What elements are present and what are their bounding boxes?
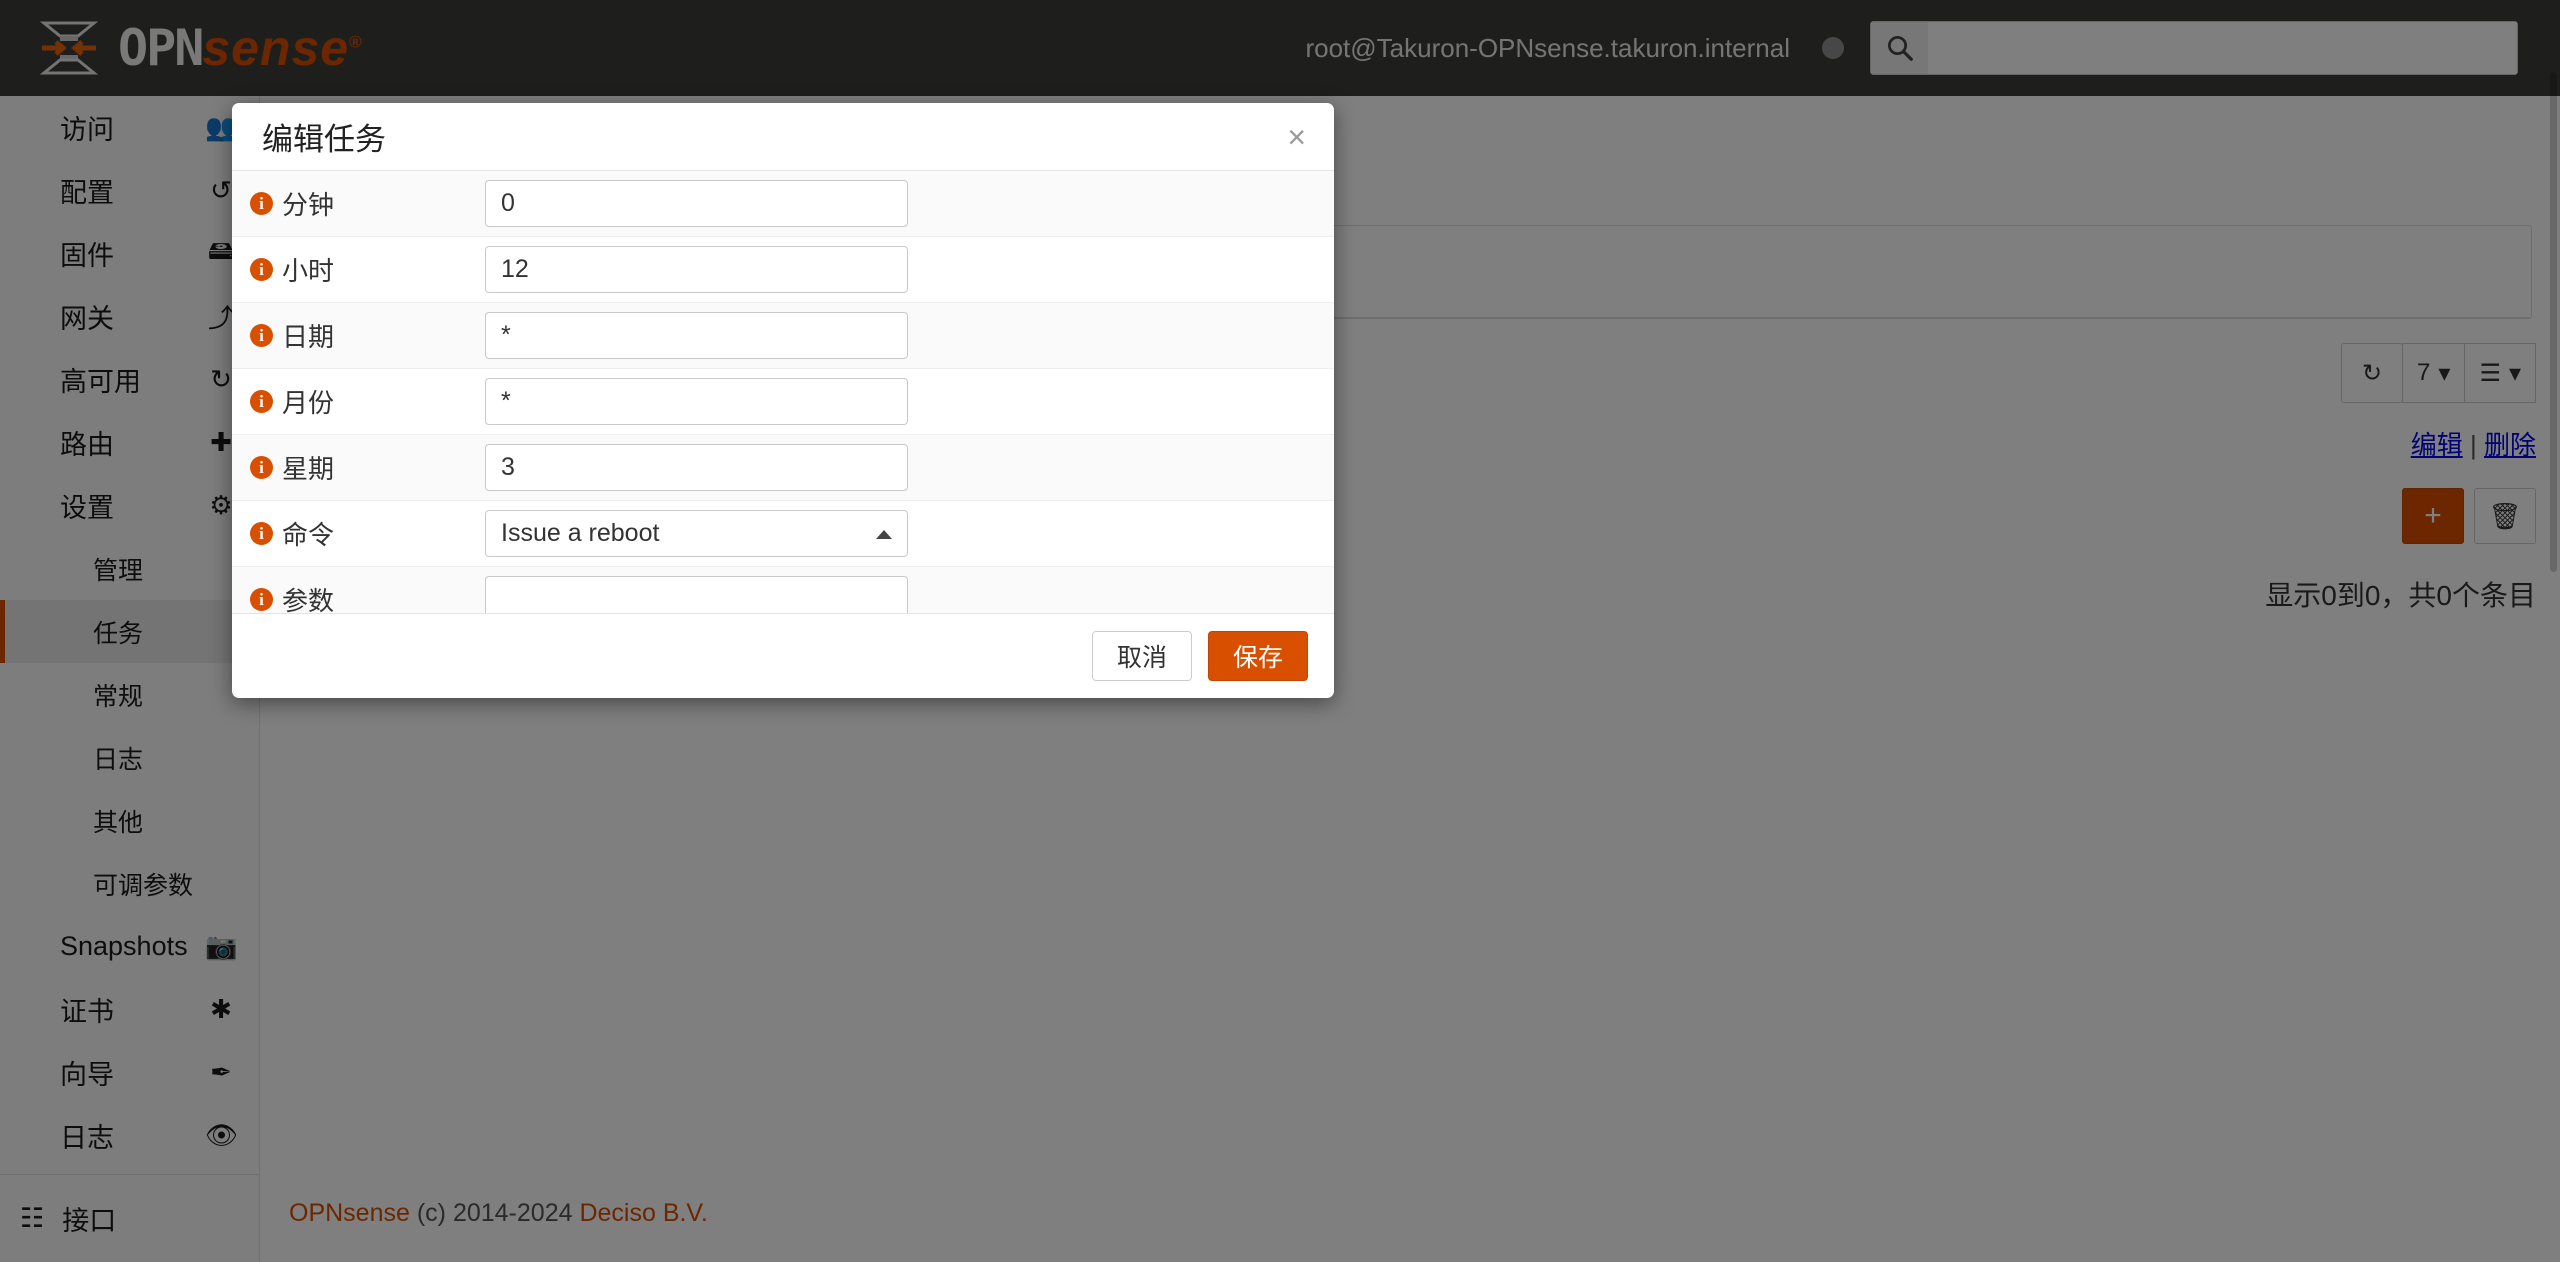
info-icon[interactable]: i [250, 588, 273, 611]
field-control: Issue a reboot [485, 501, 1334, 566]
form-row: i 参数 [232, 566, 1334, 613]
field-control [485, 435, 1334, 500]
info-icon[interactable]: i [250, 192, 273, 215]
field-label: 日期 [282, 322, 335, 352]
info-icon[interactable]: i [250, 324, 273, 347]
command-select[interactable]: Issue a reboot [485, 510, 908, 557]
field-label: 星期 [282, 454, 335, 484]
form-row: i 星期 [232, 434, 1334, 500]
input-field[interactable] [485, 378, 908, 425]
form-row: i 日期 [232, 302, 1334, 368]
field-label-group: i 日期 [250, 317, 485, 354]
field-label: 小时 [282, 256, 335, 286]
field-control [485, 369, 1334, 434]
field-control [485, 171, 1334, 236]
form-row: i 命令 Issue a reboot [232, 500, 1334, 566]
info-icon[interactable]: i [250, 522, 273, 545]
field-label-group: i 小时 [250, 251, 485, 288]
cancel-button[interactable]: 取消 [1091, 631, 1192, 681]
form-row: i 小时 [232, 236, 1334, 302]
info-icon[interactable]: i [250, 456, 273, 479]
dialog-footer: 取消 保存 [232, 613, 1334, 698]
form-row: i 月份 [232, 368, 1334, 434]
field-label-group: i 分钟 [250, 185, 485, 222]
close-icon[interactable]: × [1287, 121, 1306, 153]
field-control [485, 303, 1334, 368]
field-label: 分钟 [282, 190, 335, 220]
field-label: 命令 [282, 520, 335, 550]
field-label: 月份 [282, 388, 335, 418]
select-value: Issue a reboot [485, 510, 908, 557]
info-icon[interactable]: i [250, 390, 273, 413]
input-field[interactable] [485, 576, 908, 613]
form-row: i 分钟 [232, 171, 1334, 236]
input-field[interactable] [485, 180, 908, 227]
input-field[interactable] [485, 246, 908, 293]
edit-task-dialog: 编辑任务 × i分钟i小时i日期i月份i星期i命令Issue a rebooti… [232, 103, 1334, 698]
field-label: 参数 [282, 586, 335, 613]
field-control [485, 567, 1334, 613]
save-button[interactable]: 保存 [1207, 631, 1308, 681]
field-label-group: i 星期 [250, 449, 485, 486]
info-icon[interactable]: i [250, 258, 273, 281]
field-label-group: i 月份 [250, 383, 485, 420]
field-label-group: i 参数 [250, 581, 485, 613]
input-field[interactable] [485, 312, 908, 359]
chevron-up-icon [876, 530, 892, 539]
dialog-header: 编辑任务 × [232, 103, 1334, 171]
input-field[interactable] [485, 444, 908, 491]
dialog-title: 编辑任务 [262, 122, 386, 157]
dialog-body: i分钟i小时i日期i月份i星期i命令Issue a rebooti参数i描述 [232, 171, 1334, 613]
field-control [485, 237, 1334, 302]
field-label-group: i 命令 [250, 515, 485, 552]
dialog-scrollbar[interactable] [2550, 72, 2557, 572]
